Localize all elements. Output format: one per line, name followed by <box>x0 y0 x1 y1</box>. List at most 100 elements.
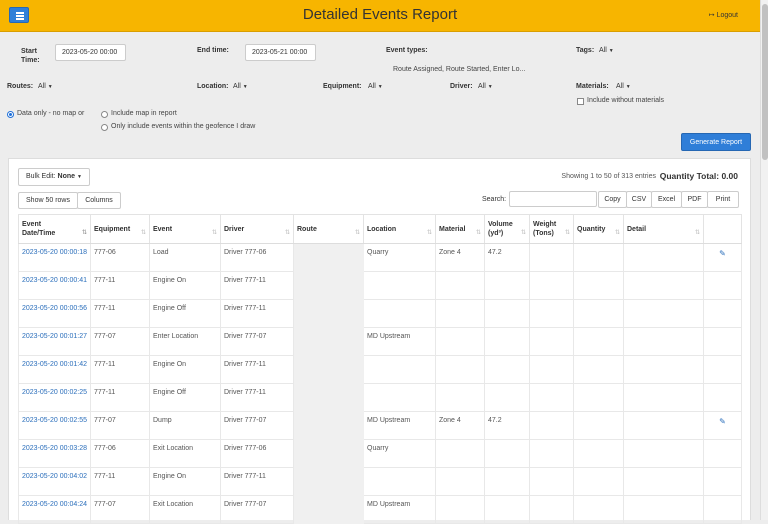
table-row: 2023-05-20 00:00:41 777-11 Engine On Driver… <box>18 271 742 300</box>
cell-driver: Driver 777-11 <box>220 299 294 328</box>
tags-dropdown[interactable]: All ▼ <box>599 47 614 54</box>
col-header-event-label: Event <box>153 225 173 233</box>
cell-datetime[interactable]: 2023-05-20 00:01:42 <box>18 355 91 384</box>
col-header-location[interactable]: Location ⇅ <box>363 214 436 244</box>
col-header-datetime[interactable]: Event Date/Time ⇅ <box>18 214 91 244</box>
table-header-row: Event Date/Time ⇅ Equipment ⇅ Event ⇅ Driver… <box>18 214 742 244</box>
caret-down-icon: ▼ <box>77 174 82 180</box>
col-header-equipment-label: Equipment <box>94 225 131 233</box>
col-header-material-label: Material <box>439 225 466 233</box>
cell-datetime[interactable]: 2023-05-20 00:00:56 <box>18 299 91 328</box>
cell-datetime[interactable]: 2023-05-20 00:02:25 <box>18 383 91 412</box>
routes-dropdown[interactable]: All ▼ <box>38 83 53 90</box>
cell-volume <box>484 467 530 496</box>
print-button[interactable]: Print <box>707 191 739 208</box>
col-header-driver[interactable]: Driver ⇅ <box>220 214 294 244</box>
search-input[interactable] <box>509 191 597 207</box>
bulk-edit-dropdown[interactable]: Bulk Edit: None ▼ <box>18 168 90 186</box>
start-time-input[interactable]: 2023-05-20 00:00 <box>55 44 126 61</box>
tags-value: All <box>599 47 607 54</box>
cell-quantity <box>573 355 624 384</box>
cell-datetime[interactable]: 2023-05-20 00:04:02 <box>18 467 91 496</box>
col-header-event[interactable]: Event ⇅ <box>149 214 221 244</box>
report-filters: Start Time: 2023-05-20 00:00 End time: 2… <box>0 33 760 157</box>
pencil-icon[interactable]: ✎ <box>707 417 738 426</box>
cell-material: Zone 4 <box>435 243 485 272</box>
cell-datetime[interactable]: 2023-05-20 00:00:18 <box>18 243 91 272</box>
cell-equipment: 777-07 <box>90 411 150 440</box>
show-rows-button[interactable]: Show 50 rows <box>18 192 78 209</box>
copy-button[interactable]: Copy <box>598 191 627 208</box>
cell-detail <box>623 327 704 356</box>
tags-label: Tags: <box>576 47 595 54</box>
scrollbar-thumb[interactable] <box>762 4 768 160</box>
materials-dropdown[interactable]: All ▼ <box>616 83 631 90</box>
cell-quantity <box>573 467 624 496</box>
cell-quantity <box>573 495 624 524</box>
cell-datetime[interactable]: 2023-05-20 00:02:55 <box>18 411 91 440</box>
cell-location <box>363 355 436 384</box>
col-header-weight[interactable]: Weight (Tons) ⇅ <box>529 214 574 244</box>
search-label: Search: <box>482 196 507 203</box>
include-without-materials-checkbox[interactable] <box>577 98 584 105</box>
cell-datetime[interactable]: 2023-05-20 00:03:28 <box>18 439 91 468</box>
caret-down-icon: ▼ <box>487 84 493 90</box>
cell-event: Exit Location <box>149 439 221 468</box>
cell-material <box>435 383 485 412</box>
sort-icon: ⇅ <box>354 230 360 236</box>
location-dropdown[interactable]: All ▼ <box>233 83 248 90</box>
data-only-label: Data only - no map or <box>17 110 85 117</box>
location-label: Location: <box>197 83 229 90</box>
cell-datetime[interactable]: 2023-05-20 00:00:41 <box>18 271 91 300</box>
cell-datetime[interactable]: 2023-05-20 00:04:24 <box>18 495 91 524</box>
cell-quantity <box>573 299 624 328</box>
cell-location <box>363 467 436 496</box>
geofence-radio[interactable] <box>101 124 108 131</box>
cell-driver: Driver 777-06 <box>220 243 294 272</box>
pencil-icon[interactable]: ✎ <box>707 249 738 258</box>
cell-driver: Driver 777-11 <box>220 467 294 496</box>
cell-actions <box>703 439 742 468</box>
cell-detail <box>623 299 704 328</box>
col-header-detail[interactable]: Detail ⇅ <box>623 214 704 244</box>
logout-link[interactable]: ↦ Logout <box>709 11 738 19</box>
cell-datetime[interactable]: 2023-05-20 00:01:27 <box>18 327 91 356</box>
cell-material <box>435 327 485 356</box>
end-time-input[interactable]: 2023-05-21 00:00 <box>245 44 316 61</box>
cell-actions <box>703 327 742 356</box>
col-header-volume[interactable]: Volume (yd³) ⇅ <box>484 214 530 244</box>
equipment-dropdown[interactable]: All ▼ <box>368 83 383 90</box>
excel-button[interactable]: Excel <box>651 191 682 208</box>
page-scrollbar[interactable] <box>760 0 768 520</box>
bulk-edit-label: Bulk Edit: <box>26 173 56 180</box>
col-header-equipment[interactable]: Equipment ⇅ <box>90 214 150 244</box>
col-header-material[interactable]: Material ⇅ <box>435 214 485 244</box>
pdf-button[interactable]: PDF <box>681 191 708 208</box>
cell-location <box>363 383 436 412</box>
data-only-radio[interactable] <box>7 111 14 118</box>
cell-quantity <box>573 271 624 300</box>
event-types-select[interactable]: Route Assigned, Route Started, Enter Lo.… <box>393 66 525 73</box>
cell-event: Engine On <box>149 467 221 496</box>
page-title: Detailed Events Report <box>302 6 458 23</box>
routes-value: All <box>38 83 46 90</box>
col-header-actions <box>703 214 742 244</box>
cell-equipment: 777-11 <box>90 299 150 328</box>
geofence-label: Only include events within the geofence … <box>111 123 256 130</box>
generate-report-button[interactable]: Generate Report <box>681 133 751 151</box>
cell-equipment: 777-11 <box>90 355 150 384</box>
columns-button[interactable]: Columns <box>77 192 121 209</box>
logout-icon: ↦ <box>708 12 715 19</box>
cell-quantity <box>573 243 624 272</box>
csv-button[interactable]: CSV <box>626 191 652 208</box>
cell-detail <box>623 271 704 300</box>
sort-icon: ⇅ <box>284 230 290 236</box>
col-header-route[interactable]: Route ⇅ <box>293 214 364 244</box>
cell-equipment: 777-06 <box>90 243 150 272</box>
include-map-radio[interactable] <box>101 111 108 118</box>
col-header-quantity[interactable]: Quantity ⇅ <box>573 214 624 244</box>
cell-actions <box>703 299 742 328</box>
cell-weight <box>529 327 574 356</box>
driver-dropdown[interactable]: All ▼ <box>478 83 493 90</box>
col-header-detail-label: Detail <box>627 225 647 233</box>
